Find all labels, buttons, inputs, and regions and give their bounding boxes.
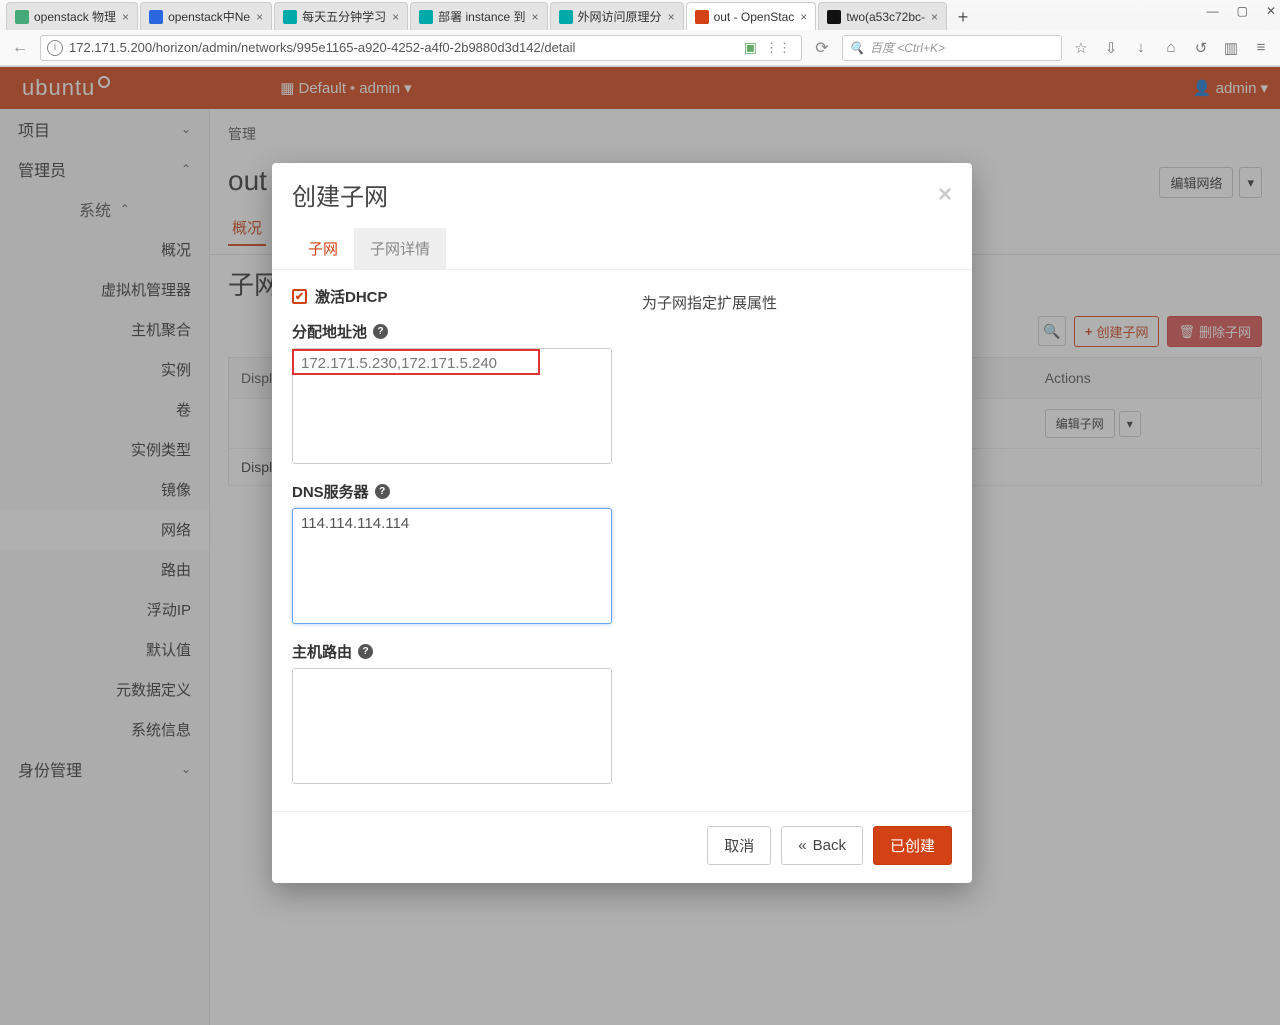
- allocation-pools-label: 分配地址池?: [292, 321, 612, 342]
- enable-dhcp-field[interactable]: ✔ 激活DHCP: [292, 286, 612, 307]
- library-icon[interactable]: ▥: [1220, 39, 1242, 57]
- downloads-icon[interactable]: ↓: [1130, 39, 1152, 56]
- cancel-button[interactable]: 取消: [707, 826, 771, 865]
- browser-tab[interactable]: two(a53c72bc- ×: [818, 2, 947, 30]
- modal-tab-subnet-details[interactable]: 子网详情: [354, 228, 446, 269]
- url-text: 172.171.5.200/horizon/admin/networks/995…: [69, 40, 575, 55]
- host-routes-input[interactable]: [292, 668, 612, 784]
- browser-search[interactable]: 🔍 百度 <Ctrl+K>: [842, 35, 1062, 61]
- browser-tab[interactable]: 外网访问原理分 ×: [550, 2, 684, 30]
- allocation-pools-input[interactable]: 172.171.5.230,172.171.5.240: [292, 348, 612, 464]
- tab-label: 每天五分钟学习: [302, 8, 386, 25]
- browser-chrome: openstack 物理×openstack中Ne×每天五分钟学习×部署 ins…: [0, 0, 1280, 67]
- close-tab-icon[interactable]: ×: [668, 10, 675, 24]
- tab-label: 部署 instance 到: [438, 8, 525, 25]
- site-info-icon[interactable]: i: [47, 40, 63, 56]
- favicon-icon: [695, 10, 709, 24]
- history-icon[interactable]: ↺: [1190, 39, 1212, 57]
- new-tab-button[interactable]: +: [949, 4, 977, 30]
- menu-icon[interactable]: ≡: [1250, 39, 1272, 56]
- favicon-icon: [827, 10, 841, 24]
- tab-label: out - OpenStac: [714, 10, 795, 24]
- favicon-icon: [15, 10, 29, 24]
- search-placeholder: 百度 <Ctrl+K>: [870, 39, 945, 56]
- favicon-icon: [149, 10, 163, 24]
- close-tab-icon[interactable]: ×: [532, 10, 539, 24]
- create-subnet-modal: 创建子网 × 子网 子网详情 ✔ 激活DHCP 分配地址池? 172.171.5…: [272, 163, 972, 883]
- close-tab-icon[interactable]: ×: [800, 10, 807, 24]
- modal-help-text: 为子网指定扩展属性: [642, 286, 952, 801]
- home-icon[interactable]: ⌂: [1160, 39, 1182, 56]
- browser-tab[interactable]: out - OpenStac ×: [686, 2, 817, 30]
- dns-servers-input[interactable]: 114.114.114.114: [292, 508, 612, 624]
- help-icon[interactable]: ?: [373, 324, 388, 339]
- back-icon[interactable]: ←: [8, 36, 32, 60]
- url-bar[interactable]: i 172.171.5.200/horizon/admin/networks/9…: [40, 35, 802, 61]
- tab-label: 外网访问原理分: [578, 8, 662, 25]
- qr-icon[interactable]: ⋮⋮: [761, 40, 795, 56]
- submit-button[interactable]: 已创建: [873, 826, 952, 865]
- help-icon[interactable]: ?: [358, 644, 373, 659]
- browser-tab[interactable]: openstack 物理 ×: [6, 2, 138, 30]
- close-tab-icon[interactable]: ×: [392, 10, 399, 24]
- tab-label: openstack中Ne: [168, 8, 250, 25]
- close-icon[interactable]: ×: [938, 181, 952, 209]
- close-window-icon[interactable]: ✕: [1266, 4, 1276, 18]
- tracking-shield-icon[interactable]: ▣: [740, 39, 761, 56]
- dns-servers-label: DNS服务器?: [292, 481, 612, 502]
- favicon-icon: [419, 10, 433, 24]
- host-routes-label: 主机路由?: [292, 641, 612, 662]
- tab-label: openstack 物理: [34, 8, 116, 25]
- dhcp-checkbox[interactable]: ✔: [292, 289, 307, 304]
- close-tab-icon[interactable]: ×: [931, 10, 938, 24]
- close-tab-icon[interactable]: ×: [256, 10, 263, 24]
- browser-toolbar: ← i 172.171.5.200/horizon/admin/networks…: [0, 30, 1280, 66]
- favicon-icon: [559, 10, 573, 24]
- tab-strip: openstack 物理×openstack中Ne×每天五分钟学习×部署 ins…: [0, 0, 1280, 30]
- maximize-icon[interactable]: ▢: [1237, 4, 1248, 18]
- modal-title: 创建子网: [292, 177, 388, 212]
- window-controls: — ▢ ✕: [1207, 4, 1276, 18]
- favicon-icon: [283, 10, 297, 24]
- help-icon[interactable]: ?: [375, 484, 390, 499]
- browser-tab[interactable]: 部署 instance 到 ×: [410, 2, 547, 30]
- back-button[interactable]: «Back: [781, 826, 863, 865]
- bookmark-star-icon[interactable]: ☆: [1070, 39, 1092, 57]
- browser-tab[interactable]: openstack中Ne ×: [140, 2, 272, 30]
- modal-tab-subnet[interactable]: 子网: [292, 228, 354, 269]
- close-tab-icon[interactable]: ×: [122, 10, 129, 24]
- pocket-icon[interactable]: ⇩: [1100, 39, 1122, 57]
- browser-tab[interactable]: 每天五分钟学习 ×: [274, 2, 408, 30]
- app-root: ubuntu ▦ Default • admin ▾ 👤 admin ▾ 项目⌄…: [0, 67, 1280, 1025]
- minimize-icon[interactable]: —: [1207, 4, 1219, 18]
- reload-icon[interactable]: ⟳: [810, 36, 834, 60]
- tab-label: two(a53c72bc-: [846, 10, 925, 24]
